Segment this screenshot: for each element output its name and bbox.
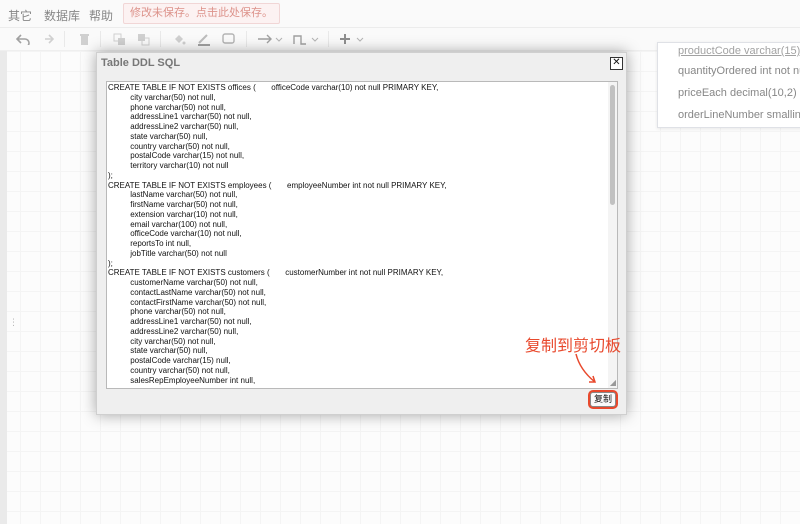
scrollbar-thumb[interactable] <box>610 85 615 205</box>
dialog-title: Table DDL SQL <box>101 57 181 69</box>
annotation-arrow-icon <box>575 353 597 383</box>
copy-button[interactable]: 复制 <box>590 392 616 407</box>
resize-grip-icon[interactable]: ◢ <box>610 379 616 387</box>
close-icon[interactable]: ✕ <box>610 57 623 70</box>
ddl-dialog: Table DDL SQL ✕ CREATE TABLE IF NOT EXIS… <box>96 52 627 415</box>
